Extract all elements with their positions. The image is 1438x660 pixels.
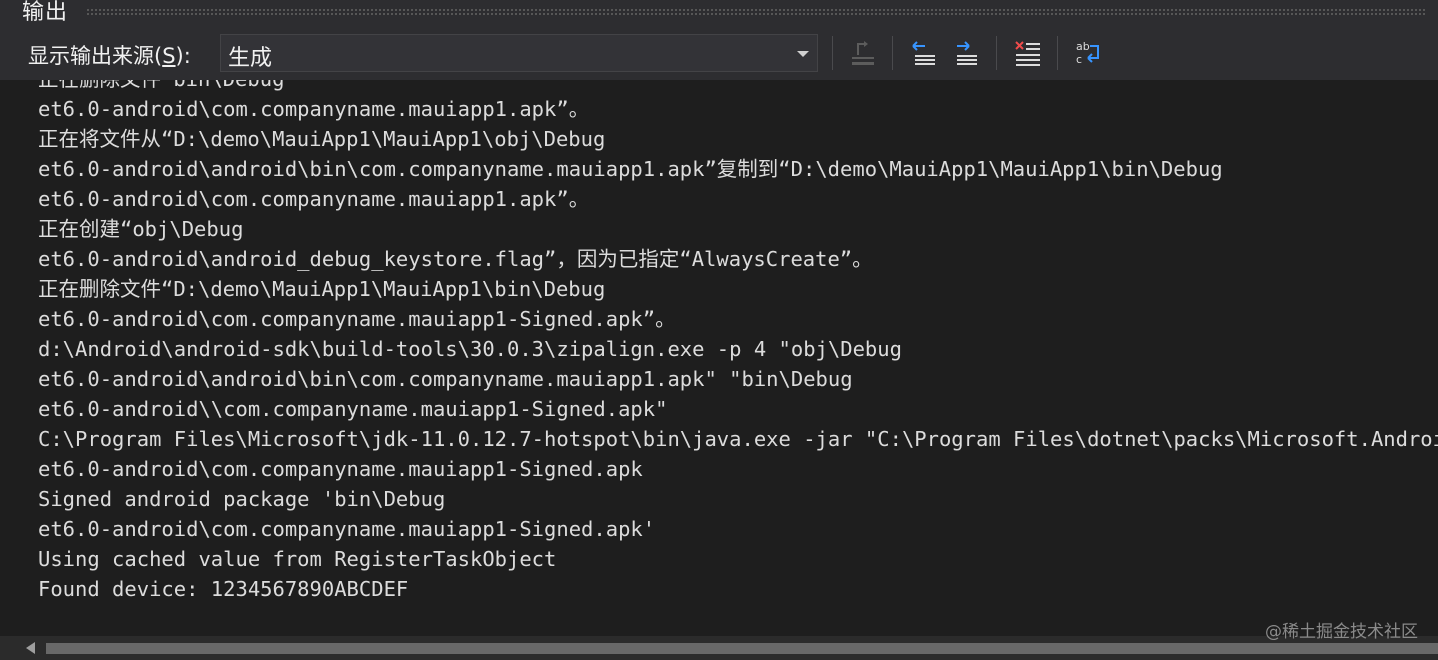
output-toolbar: 显示输出来源(S): 生成 ab c (0, 26, 1438, 80)
window-title: 输出 (22, 0, 69, 25)
output-source-label-prefix: 显示输出来源( (28, 44, 163, 68)
output-line: et6.0-android\com.companyname.mauiapp1.a… (38, 97, 590, 121)
toggle-word-wrap-button[interactable]: ab c (1070, 36, 1106, 70)
output-text-area[interactable]: 正在删除文件“bin\Debug et6.0-android\com.compan… (0, 80, 1438, 636)
toolbar-separator (892, 36, 893, 70)
output-line: et6.0-android\android\bin\com.companynam… (38, 367, 853, 391)
go-to-previous-message-button[interactable] (906, 36, 942, 70)
scroll-left-icon[interactable] (26, 642, 35, 654)
find-message-in-code-icon (852, 41, 874, 65)
output-line: et6.0-android\android_debug_keystore.fla… (38, 247, 873, 271)
output-line: et6.0-android\com.companyname.mauiapp1-S… (38, 307, 676, 331)
output-line: et6.0-android\com.companyname.mauiapp1-S… (38, 517, 656, 541)
output-line: 正在删除文件“D:\demo\MauiApp1\MauiApp1\bin\Deb… (38, 277, 606, 301)
go-to-next-message-icon (957, 41, 977, 65)
toolbar-separator (996, 36, 997, 70)
output-source-label: 显示输出来源(S): (28, 40, 191, 70)
find-message-in-code-button[interactable] (845, 36, 881, 70)
scrollbar-thumb[interactable] (46, 643, 1438, 654)
output-source-value: 生成 (228, 46, 273, 71)
toolbar-separator (1057, 36, 1058, 70)
output-line: Signed android package 'bin\Debug (38, 487, 446, 511)
horizontal-scrollbar[interactable] (0, 636, 1438, 660)
output-line: 正在删除文件“bin\Debug (38, 80, 284, 94)
output-line: d:\Android\android-sdk\build-tools\30.0.… (38, 337, 902, 361)
output-line: 正在将文件从“D:\demo\MauiApp1\MauiApp1\obj\Deb… (38, 127, 606, 151)
output-line: Found device: 1234567890ABCDEF (38, 577, 409, 601)
output-source-label-suffix: ): (175, 44, 191, 68)
svg-text:ab: ab (1076, 40, 1090, 53)
toggle-word-wrap-icon: ab c (1076, 40, 1099, 66)
output-line: C:\Program Files\Microsoft\jdk-11.0.12.7… (38, 427, 1438, 451)
output-source-dropdown[interactable]: 生成 (220, 34, 818, 72)
watermark: @稀土掘金技术社区 (1265, 622, 1418, 642)
output-line: et6.0-android\com.companyname.mauiapp1-S… (38, 457, 643, 481)
go-to-next-message-button[interactable] (948, 36, 984, 70)
svg-text:c: c (1076, 53, 1082, 66)
chevron-down-icon (797, 51, 809, 57)
output-line: et6.0-android\com.companyname.mauiapp1.a… (38, 187, 590, 211)
output-window-titlebar: 输出 (0, 0, 1438, 26)
toolbar-separator (832, 36, 833, 70)
output-line: 正在创建“obj\Debug (38, 217, 244, 241)
output-line: et6.0-android\\com.companyname.mauiapp1-… (38, 397, 668, 421)
output-line: et6.0-android\android\bin\com.companynam… (38, 157, 1223, 181)
clear-all-icon (1015, 41, 1040, 66)
drag-grip[interactable] (86, 8, 1426, 16)
output-line: Using cached value from RegisterTaskObje… (38, 547, 557, 571)
go-to-previous-message-icon (912, 41, 935, 65)
clear-all-button[interactable] (1009, 36, 1045, 70)
output-source-label-accesskey: S (162, 44, 176, 68)
